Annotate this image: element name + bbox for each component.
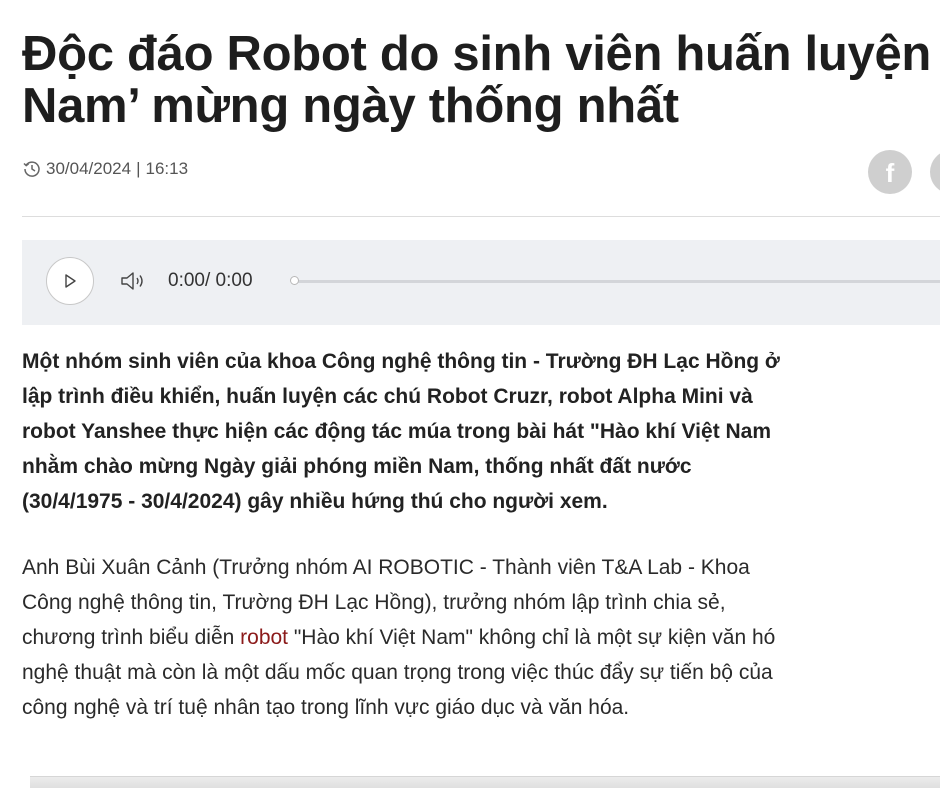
audio-time: 0:00/ 0:00 bbox=[168, 270, 253, 292]
facebook-icon: f bbox=[885, 158, 895, 188]
body-line: chương trình biểu diễn robot "Hào khí Vi… bbox=[22, 620, 940, 655]
volume-button[interactable] bbox=[118, 266, 152, 296]
article-sapo: Một nhóm sinh viên của khoa Công nghệ th… bbox=[22, 344, 940, 519]
volume-icon bbox=[121, 272, 143, 290]
history-clock-icon bbox=[22, 159, 42, 179]
body-line: nghệ thuật mà còn là một dấu mốc quan tr… bbox=[22, 661, 773, 684]
article-title: Độc đáo Robot do sinh viên huấn luyện Na… bbox=[22, 28, 940, 132]
audio-seek-knob[interactable] bbox=[290, 276, 299, 285]
article-title-line-1: Độc đáo Robot do sinh viên huấn luyện bbox=[22, 27, 932, 81]
audio-seek-bar[interactable] bbox=[290, 276, 940, 285]
article-meta: 30/04/2024 | 16:13 bbox=[22, 159, 188, 179]
publish-date: 30/04/2024 bbox=[46, 159, 132, 178]
sapo-line: nhằm chào mừng Ngày giải phóng miền Nam,… bbox=[22, 455, 692, 478]
play-icon bbox=[65, 274, 76, 288]
article-body-paragraph: Anh Bùi Xuân Cảnh (Trưởng nhóm AI ROBOTI… bbox=[22, 550, 940, 725]
body-line: Công nghệ thông tin, Trường ĐH Lạc Hồng)… bbox=[22, 591, 726, 614]
robot-link[interactable]: robot bbox=[240, 626, 288, 649]
body-line: công nghệ và trí tuệ nhân tạo trong lĩnh… bbox=[22, 696, 630, 719]
bottom-bar bbox=[30, 776, 940, 788]
body-text: "Hào khí Việt Nam" không chỉ là một sự k… bbox=[288, 626, 776, 649]
article-title-line-2: Nam’ mừng ngày thống nhất bbox=[22, 79, 679, 133]
sapo-line: lập trình điều khiển, huấn luyện các chú… bbox=[22, 385, 753, 408]
share-buttons: f bbox=[868, 150, 940, 194]
publish-time: 16:13 bbox=[145, 159, 189, 178]
play-button[interactable] bbox=[46, 257, 94, 305]
meta-separator: | bbox=[136, 159, 141, 178]
audio-player: 0:00/ 0:00 bbox=[22, 240, 940, 325]
header-divider bbox=[22, 216, 940, 217]
sapo-line: Một nhóm sinh viên của khoa Công nghệ th… bbox=[22, 350, 780, 373]
article-page: Độc đáo Robot do sinh viên huấn luyện Na… bbox=[0, 0, 940, 788]
body-text: chương trình biểu diễn bbox=[22, 626, 241, 649]
share-button[interactable] bbox=[930, 150, 940, 194]
audio-current-time: 0:00 bbox=[168, 270, 205, 291]
body-line: Anh Bùi Xuân Cảnh (Trưởng nhóm AI ROBOTI… bbox=[22, 556, 750, 579]
facebook-share-button[interactable]: f bbox=[868, 150, 912, 194]
audio-duration: / 0:00 bbox=[204, 270, 253, 291]
sapo-line: robot Yanshee thực hiện các động tác múa… bbox=[22, 420, 772, 443]
sapo-line: (30/4/1975 - 30/4/2024) gây nhiều hứng t… bbox=[22, 490, 608, 513]
